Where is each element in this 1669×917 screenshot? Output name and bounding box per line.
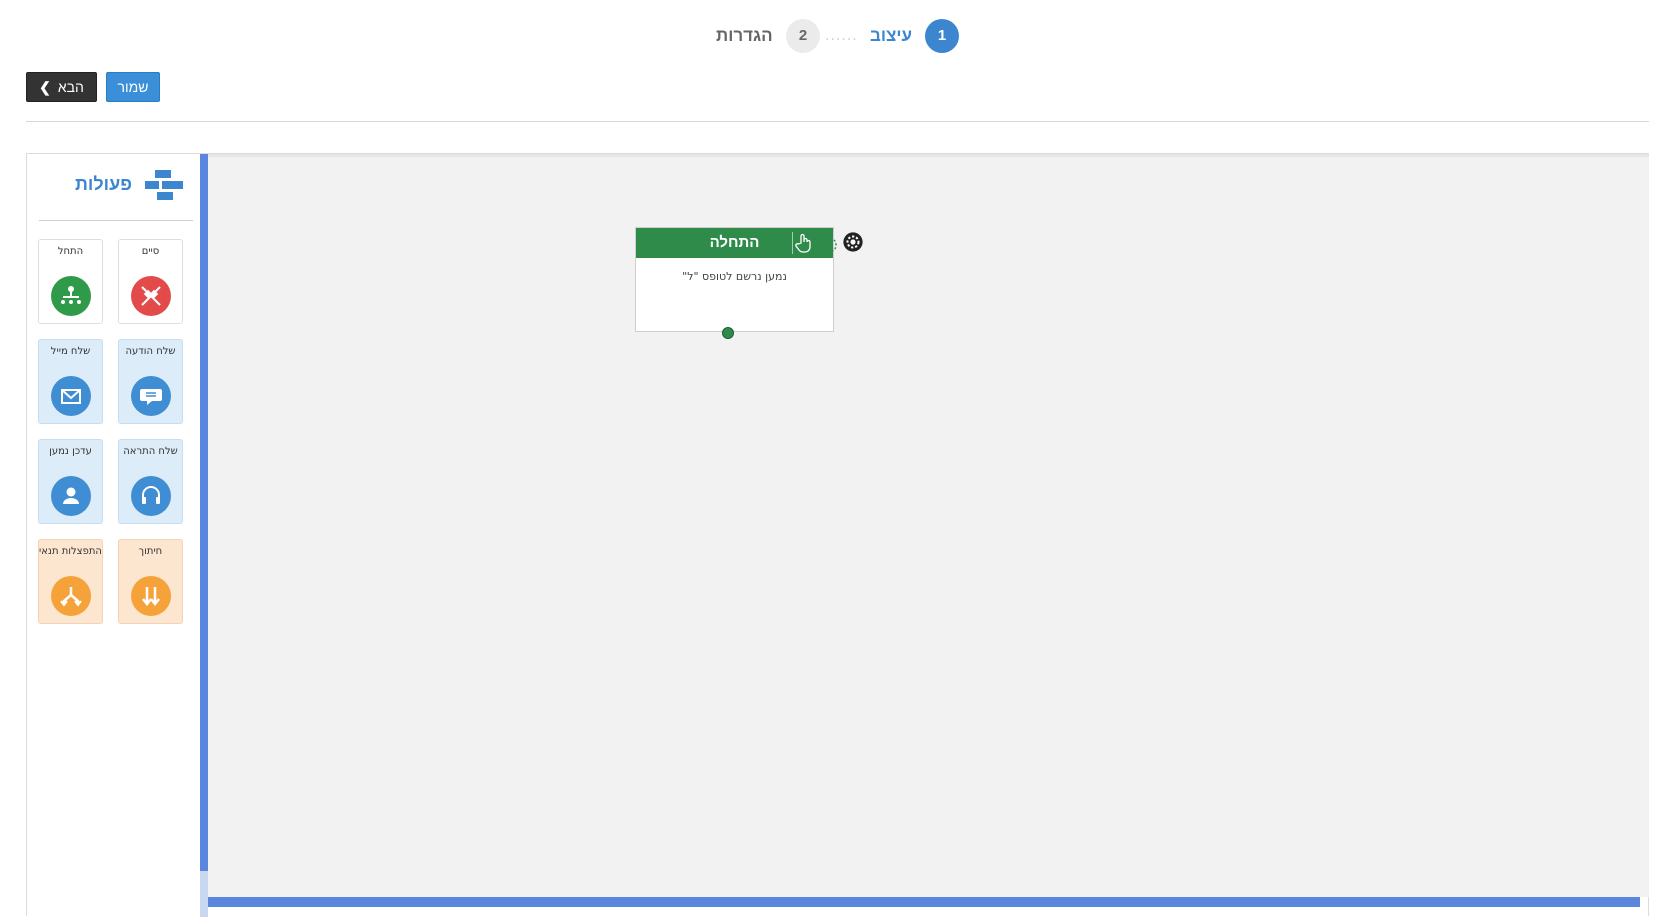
start-node[interactable]: התחלה נמען נרשם לטופס "ל" bbox=[635, 227, 834, 332]
tile-start[interactable]: התחל bbox=[38, 239, 103, 324]
headset-icon bbox=[131, 476, 171, 516]
header-divider bbox=[26, 121, 1649, 122]
step-separator: ...... bbox=[825, 28, 858, 44]
start-node-output-port[interactable] bbox=[722, 327, 734, 339]
tile-finish[interactable]: סיים bbox=[118, 239, 183, 324]
gear-icon[interactable] bbox=[842, 231, 864, 253]
step-1-number[interactable]: 1 bbox=[925, 19, 959, 53]
branch-icon bbox=[51, 576, 91, 616]
save-button[interactable]: שמור bbox=[106, 72, 160, 102]
tile-send-alert[interactable]: שלח התראה bbox=[118, 439, 183, 524]
canvas-scrollbar-track bbox=[200, 871, 208, 917]
tile-label: התפצלות תנאי bbox=[39, 546, 102, 557]
user-icon bbox=[51, 476, 91, 516]
sidebar-title: פעולות bbox=[75, 174, 132, 194]
tile-label: התחל bbox=[57, 246, 84, 257]
start-node-header[interactable]: התחלה bbox=[636, 228, 833, 258]
start-node-title: התחלה bbox=[709, 234, 760, 251]
step-2-number[interactable]: 2 bbox=[786, 19, 820, 53]
workflow-canvas[interactable] bbox=[208, 154, 1649, 897]
chevron-left-icon: ❮ bbox=[39, 78, 51, 95]
canvas-horizontal-scrollbar[interactable] bbox=[208, 897, 1640, 907]
step-2-label[interactable]: הגדרות bbox=[716, 26, 773, 46]
wizard-stepper: 1 עיצוב ...... 2 הגדרות bbox=[0, 18, 1669, 58]
next-button[interactable]: ❮ הבא bbox=[26, 72, 97, 102]
tile-send-message[interactable]: שלח הודעה bbox=[118, 339, 183, 424]
designer-frame: פעולות סיים התחל שלח הודעה שלח מייל שלח … bbox=[26, 153, 1649, 917]
next-button-label: הבא bbox=[57, 79, 84, 95]
chat-bubble-icon bbox=[131, 376, 171, 416]
tile-label: סיים bbox=[141, 246, 160, 257]
split-arrows-icon bbox=[131, 576, 171, 616]
tile-label: שלח התראה bbox=[123, 446, 178, 457]
tile-label: חיתוך bbox=[138, 546, 163, 557]
tile-label: שלח הודעה bbox=[125, 346, 176, 357]
tile-label: שלח מייל bbox=[50, 346, 91, 357]
tile-conditional-branch[interactable]: התפצלות תנאי bbox=[38, 539, 103, 624]
actions-sidebar: פעולות סיים התחל שלח הודעה שלח מייל שלח … bbox=[27, 154, 200, 917]
step-1-label[interactable]: עיצוב bbox=[870, 26, 912, 46]
envelope-icon bbox=[51, 376, 91, 416]
link-icon[interactable] bbox=[828, 237, 838, 253]
tile-label: עדכן נמען bbox=[49, 446, 92, 457]
tile-send-mail[interactable]: שלח מייל bbox=[38, 339, 103, 424]
tile-update-recipient[interactable]: עדכן נמען bbox=[38, 439, 103, 524]
sidebar-divider bbox=[39, 220, 193, 221]
tile-split[interactable]: חיתוך bbox=[118, 539, 183, 624]
finish-flags-icon bbox=[131, 276, 171, 316]
blocks-icon bbox=[145, 170, 183, 200]
pointer-hand-icon[interactable] bbox=[793, 232, 815, 254]
start-tree-icon bbox=[51, 276, 91, 316]
canvas-vertical-scrollbar[interactable] bbox=[200, 154, 208, 871]
start-node-description: נמען נרשם לטופס "ל" bbox=[682, 270, 787, 283]
